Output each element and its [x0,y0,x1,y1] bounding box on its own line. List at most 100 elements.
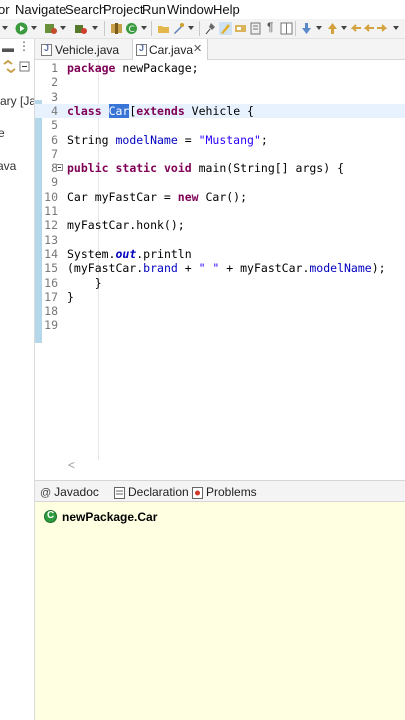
java-file-icon [41,43,52,56]
view-menu-icon[interactable]: ⋮ [18,39,30,53]
menu-help[interactable]: Help [213,2,240,17]
new-class-icon[interactable]: C [125,22,138,35]
code-text: class Car[extends Vehicle { [67,103,254,118]
run-dropdown-icon[interactable] [31,26,37,30]
menu-editor[interactable]: or [0,2,10,17]
javadoc-title: newPackage.Car [62,510,158,524]
toggle-breadcrumb-icon[interactable] [234,22,247,35]
tree-item-library[interactable]: rary [Ja [0,94,34,108]
previous-annotation-icon[interactable] [326,22,339,35]
line-number: 1 [51,61,58,75]
line-number: 12 [44,218,58,233]
external-tools-icon[interactable] [44,22,57,35]
editor-layout-icon[interactable] [280,22,293,35]
code-line[interactable]: 13 [35,233,405,247]
mark-occurrences-icon[interactable] [219,22,232,35]
back-icon[interactable] [362,22,375,35]
code-token: new [177,189,199,204]
code-editor[interactable]: 1 package newPackage; 2 3 4 class Car[extends… [35,60,405,478]
last-edit-location-icon[interactable] [349,22,362,35]
code-line[interactable]: 2 [35,75,405,89]
debug-icon[interactable] [74,22,87,35]
dropdown-arrow-icon[interactable] [2,26,8,30]
code-line[interactable]: 4 class Car[extends Vehicle { [35,103,405,118]
code-line[interactable]: 7 [35,147,405,161]
code-line[interactable]: 19 [35,318,405,332]
toolbar: C ¶ [0,19,405,39]
previous-annotation-dropdown-icon[interactable] [341,26,347,30]
debug-dropdown-icon[interactable] [92,26,98,30]
tab-javadoc[interactable]: @ Javadoc [40,485,99,499]
code-token: + myFastCar. [219,261,310,276]
open-dropdown-icon[interactable] [188,26,194,30]
menu-project[interactable]: Project [103,2,143,17]
code-token: extends [136,103,185,118]
code-line[interactable]: 6 String modelName = "Mustang"; [35,133,405,147]
toolbar-separator [295,21,296,36]
line-number: 16 [44,275,58,290]
code-line[interactable]: 9 [35,175,405,189]
line-number: 9 [51,175,58,190]
code-text: } [67,290,74,304]
minimize-icon[interactable]: ▬ [2,41,14,55]
tab-declaration[interactable]: Declaration [114,485,189,499]
open-type-icon[interactable] [172,22,185,35]
tools-dropdown-icon[interactable] [60,26,66,30]
tab-label: Vehicle.java [55,43,120,57]
code-token: static [115,161,158,176]
forward-icon[interactable] [376,22,389,35]
line-number: 15 [44,261,58,276]
show-whitespace-icon[interactable]: ¶ [267,20,273,34]
close-icon[interactable]: ✕ [193,42,202,55]
package-explorer-panel: ▬ ⋮ rary [Ja e ava [0,39,35,720]
scroll-left-icon[interactable]: < [68,458,75,472]
code-line[interactable]: 16 } [35,276,405,290]
menu-bar: or Navigate Search Project Run Window He… [0,0,405,19]
code-line[interactable]: 11 [35,204,405,218]
code-line[interactable]: 18 [35,304,405,318]
forward-dropdown-icon[interactable] [393,26,399,30]
code-token: System. [67,246,116,261]
toolbar-separator [199,21,200,36]
next-annotation-icon[interactable] [300,22,313,35]
code-token: ); [371,261,386,276]
link-with-editor-icon[interactable] [3,60,16,73]
code-line[interactable]: 3 [35,90,405,104]
code-line[interactable]: 8 public static void main(String[] args) … [35,161,405,175]
code-line[interactable]: 5 [35,118,405,132]
tree-item-fragment[interactable]: e [0,126,5,140]
code-text: (myFastCar.brand + " " + myFastCar.model… [67,261,386,275]
java-file-icon [136,43,147,56]
code-line[interactable]: 12 myFastCar.honk(); [35,218,405,232]
code-line[interactable]: 14 System.out.println [35,247,405,261]
menu-run[interactable]: Run [142,2,166,17]
line-number: 14 [44,246,58,261]
tab-car-java[interactable]: Car.java ✕ [132,39,208,60]
code-token: ; [260,132,268,147]
next-annotation-dropdown-icon[interactable] [316,26,322,30]
tab-vehicle-java[interactable]: Vehicle.java [35,39,135,60]
collapse-all-icon[interactable] [18,60,31,73]
problems-icon [192,486,203,499]
fold-collapse-icon[interactable] [56,164,63,172]
new-class-dropdown-icon[interactable] [141,26,147,30]
horizontal-scrollbar[interactable]: < [35,458,405,472]
pin-icon[interactable] [205,22,218,35]
code-line[interactable]: 10 Car myFastCar = new Car(); [35,190,405,204]
line-number: 6 [51,132,58,147]
run-icon[interactable] [15,22,28,35]
code-line[interactable]: 17} [35,290,405,304]
menu-navigate[interactable]: Navigate [15,2,66,17]
open-folder-icon[interactable] [157,22,170,35]
tab-problems[interactable]: Problems [192,485,257,499]
menu-search[interactable]: Search [65,2,106,17]
new-package-icon[interactable] [110,22,123,35]
block-selection-icon[interactable] [249,22,262,35]
code-line[interactable]: 1 package newPackage; [35,61,405,75]
code-token: modelName [115,132,178,147]
code-line[interactable]: 15 (myFastCar.brand + " " + myFastCar.mod… [35,261,405,275]
menu-window[interactable]: Window [167,2,213,17]
javadoc-view: newPackage.Car [35,502,405,720]
tree-item-java-file[interactable]: ava [0,159,16,173]
code-token: = [177,132,199,147]
